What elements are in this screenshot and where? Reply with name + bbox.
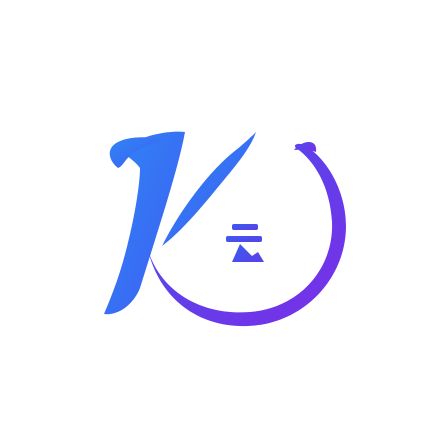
k-lower-arc-shape bbox=[148, 143, 346, 327]
k-cloud-logo-icon bbox=[104, 131, 346, 327]
logo-canvas bbox=[0, 0, 432, 432]
cloud-character-icon bbox=[226, 224, 264, 262]
